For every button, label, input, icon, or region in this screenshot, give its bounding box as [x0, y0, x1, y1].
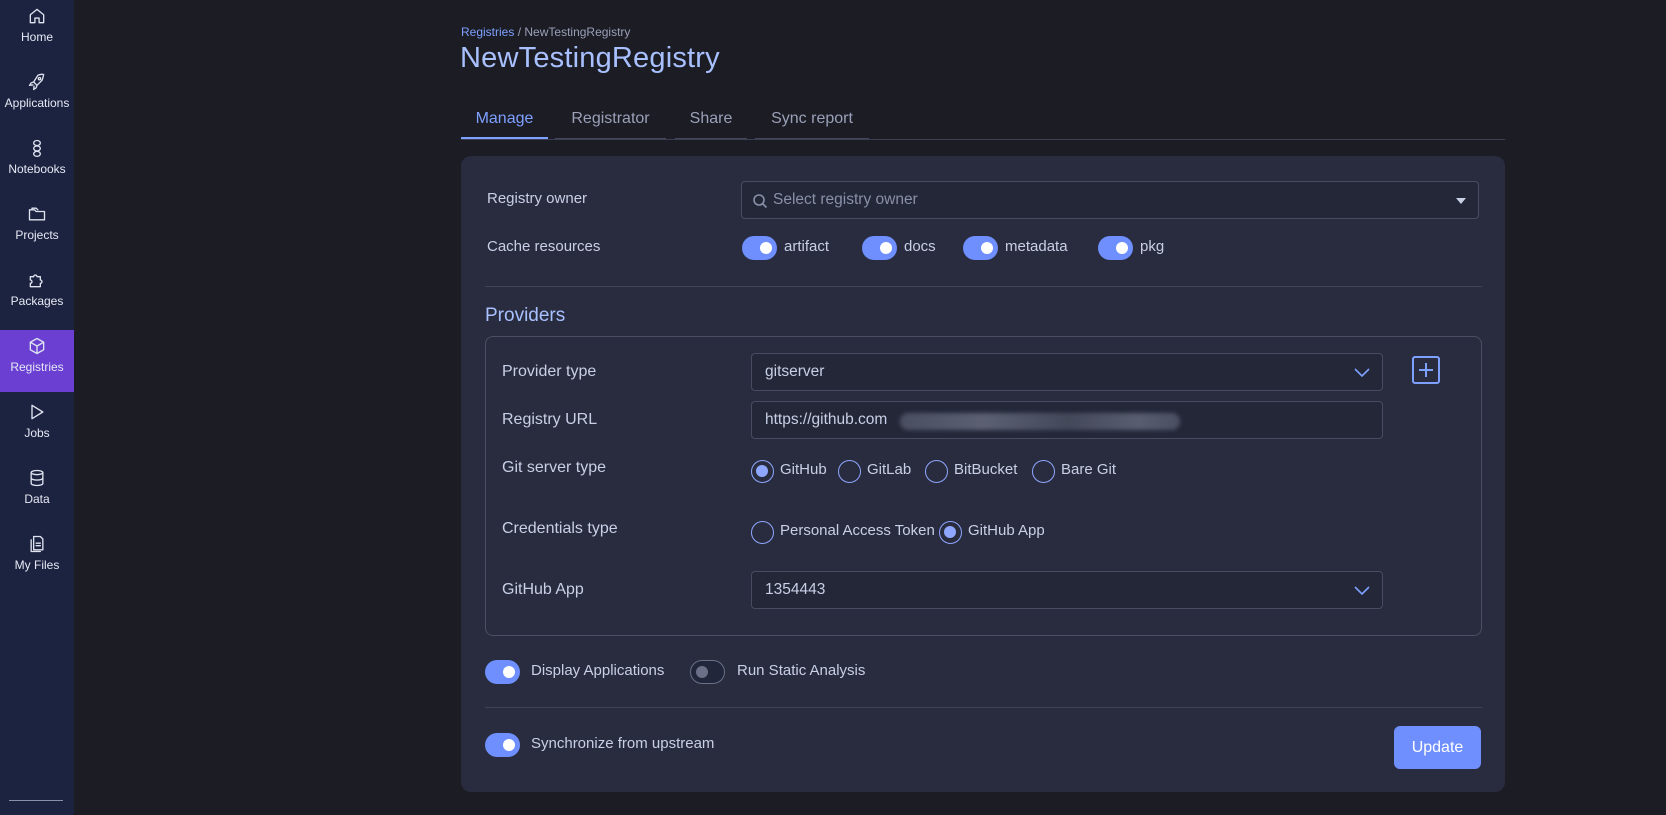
- radio-github[interactable]: [751, 460, 774, 483]
- github-app-select[interactable]: 1354443: [751, 571, 1383, 609]
- radio-gitlab-label: GitLab: [867, 461, 912, 478]
- chevron-down-icon: [1354, 586, 1370, 596]
- provider-type-value: gitserver: [765, 363, 825, 380]
- sidebar-item-label: Jobs: [24, 426, 50, 440]
- sidebar-item-packages[interactable]: Packages: [0, 264, 74, 326]
- registry-url-value: https://github.com: [765, 411, 888, 428]
- registry-owner-placeholder: Select registry owner: [773, 191, 918, 208]
- github-app-label: GitHub App: [502, 581, 584, 598]
- notebook-icon: [33, 139, 41, 157]
- registry-url-input[interactable]: https://github.com: [751, 401, 1383, 439]
- sidebar-item-label: Home: [20, 30, 53, 44]
- toggle-artifact[interactable]: [742, 236, 777, 260]
- sidebar-item-label: Data: [24, 492, 50, 506]
- breadcrumb-current: NewTestingRegistry: [524, 25, 631, 39]
- registry-url-label: Registry URL: [502, 411, 598, 428]
- run-static-analysis-label: Run Static Analysis: [737, 662, 866, 679]
- toggle-display-applications[interactable]: [485, 660, 520, 684]
- home-icon: [29, 8, 45, 24]
- chevron-down-icon: [1354, 368, 1370, 378]
- credentials-type-label: Credentials type: [502, 520, 618, 537]
- radio-bare-git-label: Bare Git: [1061, 461, 1117, 478]
- sidebar-item-label: Registries: [10, 360, 64, 374]
- add-provider-button[interactable]: [1412, 356, 1440, 384]
- rocket-icon: [28, 73, 45, 91]
- sidebar-item-label: Applications: [4, 96, 70, 110]
- synchronize-upstream-label: Synchronize from upstream: [531, 735, 715, 752]
- radio-github-app[interactable]: [939, 521, 962, 544]
- search-icon: [753, 194, 768, 209]
- update-button[interactable]: Update: [1394, 726, 1481, 769]
- tab-registrator[interactable]: Registrator: [555, 104, 666, 140]
- toggle-metadata[interactable]: [963, 236, 998, 260]
- radio-github-app-label: GitHub App: [968, 522, 1045, 539]
- toggle-run-static-analysis[interactable]: [690, 660, 725, 684]
- toggle-pkg-label: pkg: [1140, 238, 1165, 255]
- sidebar-item-applications[interactable]: Applications: [0, 66, 74, 128]
- folder-icon: [28, 207, 46, 221]
- sidebar-item-notebooks[interactable]: Notebooks: [0, 132, 74, 194]
- section-divider: [485, 286, 1482, 287]
- display-applications-label: Display Applications: [531, 662, 665, 679]
- toggle-docs[interactable]: [862, 236, 897, 260]
- toggle-docs-label: docs: [904, 238, 936, 255]
- radio-personal-access-token-label: Personal Access Token: [780, 522, 935, 539]
- registry-owner-select[interactable]: Select registry owner: [741, 181, 1479, 219]
- provider-type-label: Provider type: [502, 363, 597, 380]
- registry-settings-card: Registry owner Select registry owner Cac…: [461, 156, 1505, 792]
- sidebar-item-my-files[interactable]: My Files: [0, 528, 74, 590]
- providers-title: Providers: [485, 305, 566, 326]
- breadcrumb-link-registries[interactable]: Registries: [461, 25, 514, 39]
- redacted-url-blur: [900, 413, 1180, 430]
- toggle-metadata-label: metadata: [1005, 238, 1068, 255]
- page-title: NewTestingRegistry: [460, 42, 720, 74]
- git-server-type-label: Git server type: [502, 459, 607, 476]
- radio-bitbucket-label: BitBucket: [954, 461, 1018, 478]
- radio-bitbucket[interactable]: [925, 460, 948, 483]
- sidebar-item-jobs[interactable]: Jobs: [0, 396, 74, 458]
- tab-share[interactable]: Share: [675, 104, 747, 140]
- sidebar-item-projects[interactable]: Projects: [0, 198, 74, 260]
- sidebar-item-label: Projects: [15, 228, 59, 242]
- box-icon: [29, 337, 45, 355]
- sidebar-item-home[interactable]: Home: [0, 0, 74, 62]
- sidebar-item-registries[interactable]: Registries: [0, 330, 74, 392]
- toggle-pkg[interactable]: [1098, 236, 1133, 260]
- tab-manage[interactable]: Manage: [461, 104, 548, 140]
- tab-underline: [461, 139, 1505, 140]
- sidebar-item-label: Notebooks: [8, 162, 66, 176]
- radio-gitlab[interactable]: [838, 460, 861, 483]
- sidebar-item-label: My Files: [14, 558, 60, 572]
- toggle-synchronize-upstream[interactable]: [485, 733, 520, 757]
- breadcrumb: Registries / NewTestingRegistry: [461, 25, 630, 39]
- section-divider: [485, 707, 1482, 708]
- registry-owner-label: Registry owner: [487, 190, 588, 207]
- database-icon: [30, 469, 44, 487]
- radio-personal-access-token[interactable]: [751, 521, 774, 544]
- radio-bare-git[interactable]: [1032, 460, 1055, 483]
- github-app-value: 1354443: [765, 581, 826, 598]
- cache-resources-label: Cache resources: [487, 238, 601, 255]
- provider-type-select[interactable]: gitserver: [751, 353, 1383, 391]
- puzzle-icon: [29, 274, 43, 288]
- radio-github-label: GitHub: [780, 461, 827, 478]
- play-icon: [31, 404, 44, 420]
- toggle-artifact-label: artifact: [784, 238, 830, 255]
- provider-box: Provider type gitserver Registry URL htt…: [485, 336, 1482, 636]
- files-icon: [30, 535, 44, 553]
- caret-down-icon: [1456, 198, 1466, 204]
- sidebar-item-label: Packages: [10, 294, 64, 308]
- sidebar: Home Applications Notebooks Projects Pac…: [0, 0, 74, 815]
- breadcrumb-separator: /: [517, 25, 522, 39]
- sidebar-divider: [9, 800, 63, 801]
- sidebar-item-data[interactable]: Data: [0, 462, 74, 524]
- tab-sync-report[interactable]: Sync report: [755, 104, 869, 140]
